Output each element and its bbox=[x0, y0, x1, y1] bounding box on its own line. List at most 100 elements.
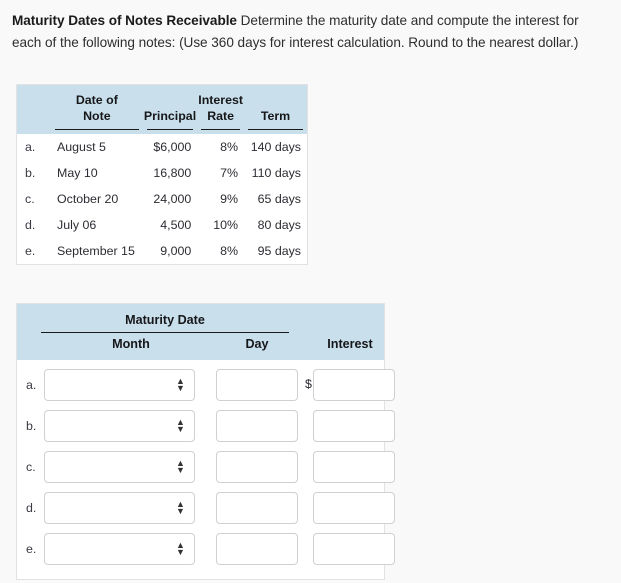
maturity-date-rule bbox=[41, 332, 289, 333]
question-prompt: Maturity Dates of Notes Receivable Deter… bbox=[12, 10, 608, 54]
spinner-arrows-icon: ▲ ▼ bbox=[176, 500, 185, 516]
answer-row: c. ▲ ▼ bbox=[17, 448, 395, 489]
spinner-down-icon: ▼ bbox=[176, 547, 185, 557]
day-input-a[interactable] bbox=[216, 369, 298, 401]
row-principal: 4,500 bbox=[160, 218, 192, 232]
notes-header-term: Term bbox=[244, 84, 308, 134]
answer-row-index: d. bbox=[26, 501, 37, 515]
notes-header-index-line1 bbox=[17, 86, 51, 109]
row-principal: 9,000 bbox=[160, 244, 192, 258]
day-input-d[interactable] bbox=[216, 492, 298, 524]
row-index: c. bbox=[25, 192, 35, 206]
interest-input-b[interactable] bbox=[313, 410, 395, 442]
notes-header-index bbox=[16, 84, 51, 134]
month-select-e[interactable]: ▲ ▼ bbox=[44, 533, 195, 565]
notes-header-term-line1 bbox=[244, 85, 307, 108]
row-interest-rate: 7% bbox=[220, 166, 239, 180]
notes-header-rate: Interest Rate bbox=[197, 84, 245, 134]
row-interest-rate: 8% bbox=[220, 140, 239, 154]
answer-table-header: Maturity Date Month Day Interest bbox=[17, 304, 384, 360]
notes-header-term-rule bbox=[248, 129, 303, 130]
month-select-c[interactable]: ▲ ▼ bbox=[44, 451, 195, 483]
spinner-down-icon: ▼ bbox=[176, 424, 185, 434]
answer-form-table: Maturity Date Month Day Interest a. ▲ ▼ … bbox=[16, 303, 395, 580]
answer-header-month: Month bbox=[112, 337, 150, 351]
notes-header-date-rule bbox=[55, 129, 139, 130]
row-interest-rate: 8% bbox=[220, 244, 239, 258]
row-term: 110 days bbox=[251, 166, 301, 180]
answer-row-index: b. bbox=[26, 419, 37, 433]
interest-input-c[interactable] bbox=[313, 451, 395, 483]
notes-header-principal-rule bbox=[146, 129, 194, 130]
interest-input-d[interactable] bbox=[313, 492, 395, 524]
answer-row-index: e. bbox=[26, 542, 37, 556]
month-select-b[interactable]: ▲ ▼ bbox=[44, 410, 195, 442]
row-interest-rate: 9% bbox=[220, 192, 239, 206]
month-select-d[interactable]: ▲ ▼ bbox=[44, 492, 195, 524]
notes-header-index-line2 bbox=[17, 109, 51, 130]
spinner-arrows-icon: ▲ ▼ bbox=[176, 377, 185, 393]
row-date-of-note: May 10 bbox=[57, 166, 98, 180]
row-index: a. bbox=[25, 140, 36, 154]
row-date-of-note: July 06 bbox=[57, 218, 97, 232]
answer-row: d. ▲ ▼ bbox=[17, 489, 395, 530]
notes-header-principal-line2: Principal bbox=[143, 109, 197, 123]
notes-header-principal: Principal bbox=[142, 84, 198, 134]
row-date-of-note: September 15 bbox=[57, 244, 135, 258]
table-row: c. October 20 24,000 9% 65 days bbox=[17, 186, 308, 212]
notes-header-date: Date of Note bbox=[51, 84, 143, 134]
row-term: 65 days bbox=[257, 192, 301, 206]
notes-header-date-line1: Date of bbox=[75, 93, 118, 107]
row-interest-rate: 10% bbox=[213, 218, 239, 232]
notes-header-rate-line1: Interest bbox=[198, 93, 244, 107]
notes-header-rate-rule bbox=[201, 129, 241, 130]
row-index: e. bbox=[25, 244, 36, 258]
row-term: 80 days bbox=[257, 218, 301, 232]
answer-row: a. ▲ ▼ $ bbox=[17, 366, 395, 407]
day-input-b[interactable] bbox=[216, 410, 298, 442]
notes-header-date-line2: Note bbox=[83, 109, 111, 123]
row-date-of-note: October 20 bbox=[57, 192, 119, 206]
notes-header-principal-line1 bbox=[143, 85, 198, 108]
answer-header-interest: Interest bbox=[327, 337, 373, 351]
notes-header-rate-line2: Rate bbox=[207, 109, 235, 123]
answer-header-day: Day bbox=[245, 337, 269, 351]
row-index: b. bbox=[25, 166, 36, 180]
interest-input-e[interactable] bbox=[313, 533, 395, 565]
row-index: d. bbox=[25, 218, 36, 232]
table-row: a. August 5 $6,000 8% 140 days bbox=[17, 134, 308, 160]
answer-row: b. ▲ ▼ bbox=[17, 407, 395, 448]
row-principal: 24,000 bbox=[153, 192, 192, 206]
spinner-arrows-icon: ▲ ▼ bbox=[176, 418, 185, 434]
table-row: b. May 10 16,800 7% 110 days bbox=[17, 160, 308, 186]
spinner-down-icon: ▼ bbox=[176, 465, 185, 475]
notes-table-header: Date of Note Principal Interest Rate Ter… bbox=[16, 84, 308, 134]
maturity-date-group-header: Maturity Date bbox=[125, 313, 205, 327]
answer-row-index: a. bbox=[26, 378, 37, 392]
day-input-e[interactable] bbox=[216, 533, 298, 565]
notes-table-body: a. August 5 $6,000 8% 140 days b. May 10… bbox=[17, 134, 308, 265]
answer-table-body: a. ▲ ▼ $ b. ▲ ▼ c. ▲ ▼ d. ▲ ▼ e. ▲ ▼ bbox=[17, 360, 395, 579]
prompt-title: Maturity Dates of Notes Receivable bbox=[12, 13, 237, 28]
interest-input-a[interactable] bbox=[313, 369, 395, 401]
table-row: d. July 06 4,500 10% 80 days bbox=[17, 212, 308, 238]
month-select-a[interactable]: ▲ ▼ bbox=[44, 369, 195, 401]
notes-header-row: Date of Note Principal Interest Rate Ter… bbox=[16, 84, 308, 134]
currency-symbol: $ bbox=[305, 377, 312, 391]
exercise-page: Maturity Dates of Notes Receivable Deter… bbox=[0, 0, 621, 583]
row-term: 140 days bbox=[250, 140, 301, 154]
answer-row: e. ▲ ▼ bbox=[17, 530, 395, 571]
row-principal: $6,000 bbox=[153, 140, 192, 154]
answer-row-index: c. bbox=[26, 460, 36, 474]
day-input-c[interactable] bbox=[216, 451, 298, 483]
notes-header-term-line2: Term bbox=[260, 109, 291, 123]
table-row: e. September 15 9,000 8% 95 days bbox=[17, 238, 308, 265]
spinner-down-icon: ▼ bbox=[176, 506, 185, 516]
notes-receivable-table: Date of Note Principal Interest Rate Ter… bbox=[16, 84, 308, 265]
row-term: 95 days bbox=[257, 244, 301, 258]
spinner-arrows-icon: ▲ ▼ bbox=[176, 541, 185, 557]
spinner-arrows-icon: ▲ ▼ bbox=[176, 459, 185, 475]
row-date-of-note: August 5 bbox=[57, 140, 106, 154]
row-principal: 16,800 bbox=[153, 166, 192, 180]
spinner-down-icon: ▼ bbox=[176, 383, 185, 393]
